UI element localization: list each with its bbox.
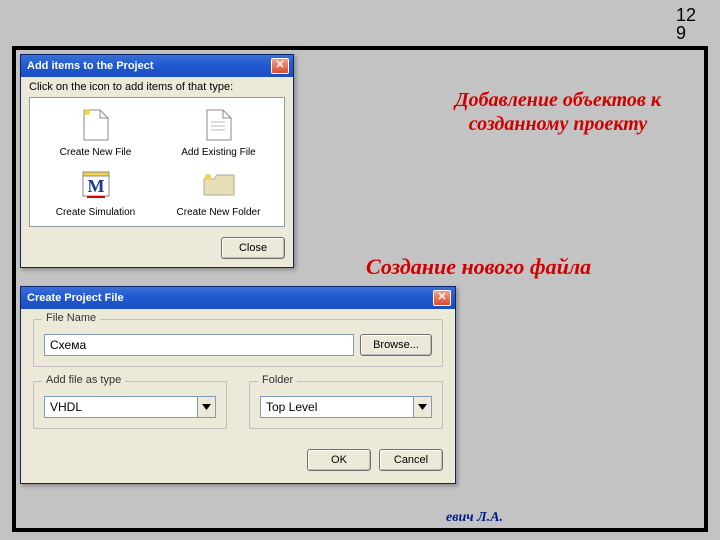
create-project-file-dialog: Create Project File ✕ File Name Browse..… xyxy=(20,286,456,484)
slide-frame: Add items to the Project ✕ Click on the … xyxy=(12,46,708,532)
annotation-create-file: Создание нового файла xyxy=(366,254,666,280)
svg-text:M: M xyxy=(87,176,104,196)
create-simulation-label: Create Simulation xyxy=(56,207,135,218)
create-new-folder-button[interactable]: Create New Folder xyxy=(157,166,280,218)
add-items-instruction: Click on the icon to add items of that t… xyxy=(21,77,293,95)
filetype-legend: Add file as type xyxy=(42,374,125,386)
browse-button[interactable]: Browse... xyxy=(360,334,432,356)
existing-file-icon xyxy=(202,106,236,144)
create-file-titlebar: Create Project File ✕ xyxy=(21,287,455,309)
create-new-file-label: Create New File xyxy=(60,147,132,158)
create-new-file-button[interactable]: Create New File xyxy=(34,106,157,158)
filename-legend: File Name xyxy=(42,312,100,324)
filetype-group: Add file as type VHDL xyxy=(33,381,227,429)
create-simulation-button[interactable]: M Create Simulation xyxy=(34,166,157,218)
add-items-title: Add items to the Project xyxy=(27,60,154,72)
folder-select[interactable]: Top Level xyxy=(260,396,432,418)
close-icon[interactable]: ✕ xyxy=(271,58,289,74)
filename-input[interactable] xyxy=(44,334,354,356)
simulation-icon: M xyxy=(79,166,113,204)
new-file-icon xyxy=(79,106,113,144)
chevron-down-icon xyxy=(197,397,215,417)
create-file-title: Create Project File xyxy=(27,292,124,304)
add-existing-file-button[interactable]: Add Existing File xyxy=(157,106,280,158)
author-label: евич Л.А. xyxy=(446,510,503,526)
filename-group: File Name Browse... xyxy=(33,319,443,367)
add-items-dialog: Add items to the Project ✕ Click on the … xyxy=(20,54,294,268)
chevron-down-icon xyxy=(413,397,431,417)
add-existing-file-label: Add Existing File xyxy=(181,147,255,158)
add-items-grid: Create New File Add Existing File M Crea… xyxy=(29,97,285,227)
page-number: 12 9 xyxy=(676,6,708,42)
filetype-select[interactable]: VHDL xyxy=(44,396,216,418)
folder-value: Top Level xyxy=(261,400,413,414)
add-items-titlebar: Add items to the Project ✕ xyxy=(21,55,293,77)
cancel-button[interactable]: Cancel xyxy=(379,449,443,471)
close-button[interactable]: Close xyxy=(221,237,285,259)
new-folder-icon xyxy=(202,166,236,204)
close-icon[interactable]: ✕ xyxy=(433,290,451,306)
annotation-add-objects: Добавление объектов к созданному проекту xyxy=(428,88,688,136)
folder-group: Folder Top Level xyxy=(249,381,443,429)
folder-legend: Folder xyxy=(258,374,297,386)
ok-button[interactable]: OK xyxy=(307,449,371,471)
create-new-folder-label: Create New Folder xyxy=(177,207,261,218)
filetype-value: VHDL xyxy=(45,400,197,414)
